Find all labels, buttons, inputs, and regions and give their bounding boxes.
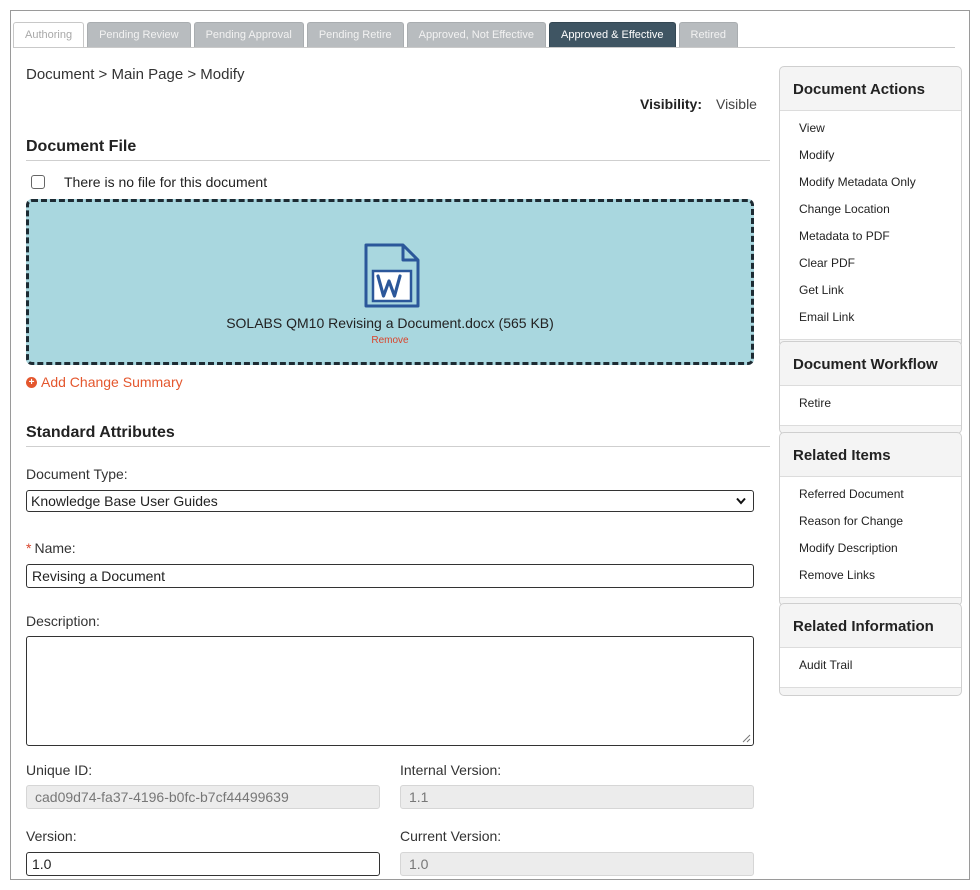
- internal-version-field: 1.1: [400, 785, 754, 809]
- description-textarea[interactable]: [26, 636, 754, 746]
- info-audit-trail[interactable]: Audit Trail: [780, 652, 961, 679]
- document-file-heading: Document File: [26, 138, 770, 161]
- plus-circle-icon: +: [26, 376, 37, 388]
- required-marker: *: [26, 540, 32, 556]
- resize-handle-icon[interactable]: [742, 734, 751, 743]
- action-modify-metadata-only[interactable]: Modify Metadata Only: [780, 169, 961, 196]
- related-information-panel: Related Information Audit Trail: [779, 603, 962, 696]
- visibility-label: Visibility:: [640, 96, 702, 112]
- tab-authoring[interactable]: Authoring: [13, 22, 85, 47]
- related-items-title: Related Items: [780, 433, 961, 477]
- document-type-select[interactable]: Knowledge Base User Guides: [26, 490, 754, 512]
- name-label: * Name:: [26, 540, 76, 556]
- related-information-list: Audit Trail: [780, 648, 961, 687]
- document-actions-panel: Document Actions View Modify Modify Meta…: [779, 66, 962, 348]
- tab-pending-approval[interactable]: Pending Approval: [193, 22, 304, 47]
- standard-attributes-heading: Standard Attributes: [26, 424, 770, 447]
- version-label: Version:: [26, 828, 77, 844]
- document-workflow-title: Document Workflow: [780, 342, 961, 386]
- tab-pending-review[interactable]: Pending Review: [87, 22, 191, 47]
- add-change-summary-link[interactable]: + Add Change Summary: [26, 374, 183, 390]
- visibility-indicator: Visibility: Visible: [640, 96, 780, 112]
- internal-version-label: Internal Version:: [400, 762, 502, 778]
- document-workflow-panel: Document Workflow Retire: [779, 341, 962, 434]
- no-file-option[interactable]: There is no file for this document: [31, 174, 267, 190]
- action-clear-pdf[interactable]: Clear PDF: [780, 250, 961, 277]
- workflow-retire[interactable]: Retire: [780, 390, 961, 417]
- unique-id-field: cad09d74-fa37-4196-b0fc-b7cf44499639: [26, 785, 380, 809]
- document-type-label: Document Type:: [26, 466, 128, 482]
- action-metadata-to-pdf[interactable]: Metadata to PDF: [780, 223, 961, 250]
- action-view[interactable]: View: [780, 115, 961, 142]
- related-referred-document[interactable]: Referred Document: [780, 481, 961, 508]
- visibility-value: Visible: [715, 96, 757, 112]
- file-name: SOLABS QM10 Revising a Document.docx (56…: [226, 315, 554, 331]
- related-reason-for-change[interactable]: Reason for Change: [780, 508, 961, 535]
- document-workflow-list: Retire: [780, 386, 961, 425]
- chevron-down-icon: [736, 497, 746, 505]
- word-document-icon: [364, 243, 420, 308]
- breadcrumb: Document > Main Page > Modify: [26, 66, 245, 83]
- action-email-link[interactable]: Email Link: [780, 304, 961, 331]
- related-items-panel: Related Items Referred Document Reason f…: [779, 432, 962, 606]
- document-actions-list: View Modify Modify Metadata Only Change …: [780, 111, 961, 339]
- file-dropzone[interactable]: SOLABS QM10 Revising a Document.docx (56…: [26, 199, 754, 365]
- status-tabs: Authoring Pending Review Pending Approva…: [13, 20, 955, 48]
- tab-approved-effective[interactable]: Approved & Effective: [548, 22, 676, 47]
- current-version-field: 1.0: [400, 852, 754, 876]
- related-remove-links[interactable]: Remove Links: [780, 562, 961, 589]
- tab-retired[interactable]: Retired: [678, 22, 738, 47]
- no-file-label: There is no file for this document: [64, 174, 268, 190]
- document-actions-title: Document Actions: [780, 67, 961, 111]
- unique-id-label: Unique ID:: [26, 762, 93, 778]
- tab-pending-retire[interactable]: Pending Retire: [306, 22, 404, 47]
- action-change-location[interactable]: Change Location: [780, 196, 961, 223]
- name-label-text: Name:: [34, 540, 76, 556]
- version-input[interactable]: 1.0: [26, 852, 380, 876]
- related-information-title: Related Information: [780, 604, 961, 648]
- panel-footer: [780, 687, 961, 695]
- action-modify[interactable]: Modify: [780, 142, 961, 169]
- add-change-summary-label: Add Change Summary: [41, 374, 183, 390]
- name-input[interactable]: Revising a Document: [26, 564, 754, 588]
- description-label: Description:: [26, 613, 100, 629]
- action-get-link[interactable]: Get Link: [780, 277, 961, 304]
- related-modify-description[interactable]: Modify Description: [780, 535, 961, 562]
- remove-file-link[interactable]: Remove: [29, 335, 751, 346]
- tab-approved-not-effective[interactable]: Approved, Not Effective: [406, 22, 546, 47]
- no-file-checkbox[interactable]: [31, 175, 45, 189]
- current-version-label: Current Version:: [400, 828, 502, 844]
- related-items-list: Referred Document Reason for Change Modi…: [780, 477, 961, 597]
- document-type-value: Knowledge Base User Guides: [31, 493, 218, 509]
